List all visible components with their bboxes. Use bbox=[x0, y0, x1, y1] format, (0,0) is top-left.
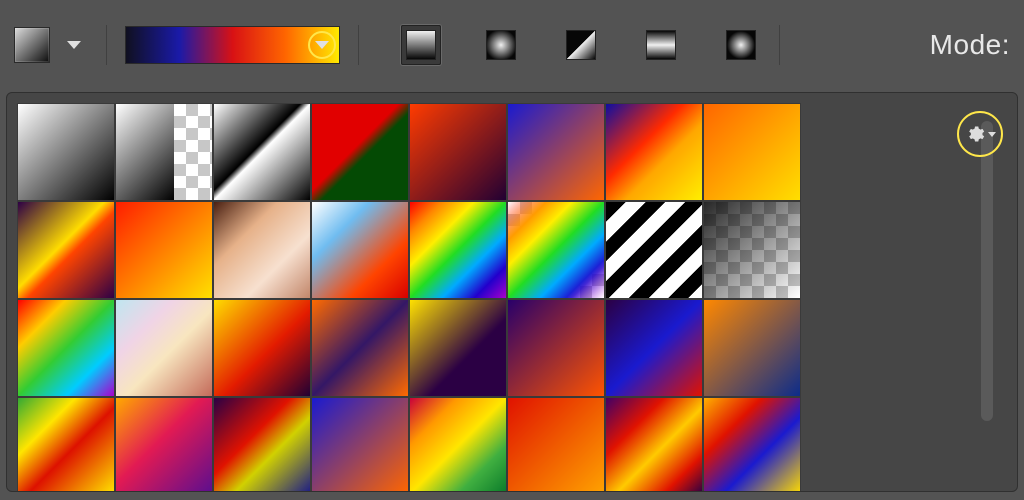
preset-swatch[interactable] bbox=[409, 103, 507, 201]
preset-swatch[interactable] bbox=[17, 103, 115, 201]
preset-swatch[interactable] bbox=[703, 397, 801, 491]
chevron-down-icon bbox=[988, 132, 996, 137]
preset-swatch[interactable] bbox=[311, 201, 409, 299]
preset-swatch[interactable] bbox=[311, 103, 409, 201]
gradient-type-radial[interactable] bbox=[481, 25, 521, 65]
preset-swatch[interactable] bbox=[507, 201, 605, 299]
gradient-type-angle[interactable] bbox=[561, 25, 601, 65]
preset-swatch[interactable] bbox=[311, 397, 409, 491]
chevron-down-icon bbox=[315, 41, 329, 49]
preset-swatch[interactable] bbox=[703, 299, 801, 397]
preset-swatch[interactable] bbox=[409, 397, 507, 491]
toolbar-divider bbox=[358, 25, 359, 65]
gradient-picker-toggle[interactable] bbox=[308, 31, 336, 59]
tool-preset-dropdown[interactable] bbox=[60, 27, 88, 63]
preset-grid bbox=[7, 93, 955, 491]
preset-swatch[interactable] bbox=[507, 299, 605, 397]
preset-swatch[interactable] bbox=[409, 201, 507, 299]
preset-swatch[interactable] bbox=[17, 201, 115, 299]
preset-swatch[interactable] bbox=[409, 299, 507, 397]
preset-swatch[interactable] bbox=[115, 201, 213, 299]
preset-swatch[interactable] bbox=[115, 397, 213, 491]
preset-swatch[interactable] bbox=[311, 299, 409, 397]
preset-swatch[interactable] bbox=[17, 299, 115, 397]
gradient-type-linear[interactable] bbox=[401, 25, 441, 65]
preset-swatch[interactable] bbox=[605, 397, 703, 491]
gradient-presets-panel bbox=[6, 92, 1018, 492]
preset-swatch[interactable] bbox=[507, 397, 605, 491]
gradient-type-reflected[interactable] bbox=[641, 25, 681, 65]
toolbar-divider bbox=[779, 25, 780, 65]
chevron-down-icon bbox=[67, 41, 81, 49]
angle-gradient-icon bbox=[566, 30, 596, 60]
preset-swatch[interactable] bbox=[605, 103, 703, 201]
diamond-gradient-icon bbox=[726, 30, 756, 60]
gradient-type-group bbox=[401, 25, 761, 65]
current-gradient-tool[interactable] bbox=[14, 27, 50, 63]
preset-swatch[interactable] bbox=[703, 103, 801, 201]
gear-icon bbox=[965, 124, 985, 144]
preset-swatch[interactable] bbox=[213, 299, 311, 397]
panel-settings-button[interactable] bbox=[957, 111, 1003, 157]
preset-swatch[interactable] bbox=[605, 299, 703, 397]
options-toolbar: Mode: bbox=[0, 0, 1024, 90]
preset-swatch[interactable] bbox=[605, 201, 703, 299]
toolbar-divider bbox=[106, 25, 107, 65]
preset-swatch[interactable] bbox=[115, 299, 213, 397]
preset-swatch[interactable] bbox=[115, 103, 213, 201]
gradient-type-diamond[interactable] bbox=[721, 25, 761, 65]
linear-gradient-icon bbox=[406, 30, 436, 60]
preset-swatch[interactable] bbox=[17, 397, 115, 491]
reflected-gradient-icon bbox=[646, 30, 676, 60]
preset-swatch[interactable] bbox=[213, 103, 311, 201]
mode-label: Mode: bbox=[930, 29, 1010, 61]
preset-swatch[interactable] bbox=[507, 103, 605, 201]
scrollbar[interactable] bbox=[981, 121, 993, 421]
radial-gradient-icon bbox=[486, 30, 516, 60]
preset-swatch[interactable] bbox=[213, 397, 311, 491]
gradient-picker[interactable] bbox=[125, 26, 340, 64]
preset-swatch[interactable] bbox=[703, 201, 801, 299]
preset-swatch[interactable] bbox=[213, 201, 311, 299]
